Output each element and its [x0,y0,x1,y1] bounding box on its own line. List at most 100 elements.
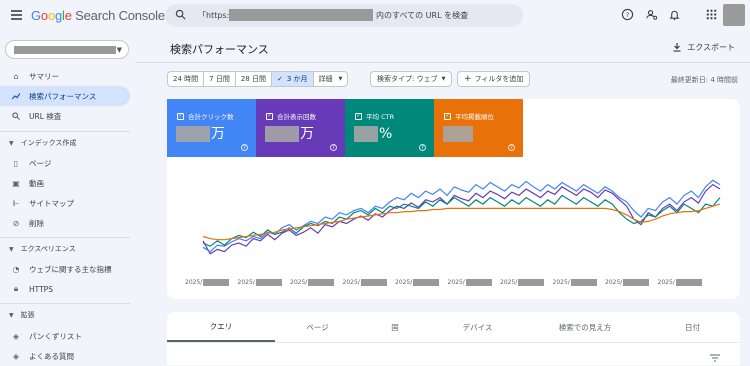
notifications-icon[interactable] [668,8,681,21]
help-icon[interactable]: ? [330,144,337,151]
help-icon[interactable]: ? [241,144,248,151]
metric-unit: 万 [300,126,314,142]
help-icon[interactable]: ? [419,144,426,151]
range-3m[interactable]: ✓ 3 か月 [270,71,313,87]
sidebar-item-performance[interactable]: 検索パフォーマンス [0,86,130,106]
plus-icon: + [464,74,472,84]
layers-icon: ◈ [12,331,20,341]
tab-queries[interactable]: クエリ [167,312,275,342]
search-icon [12,112,20,120]
tabs-divider [167,342,740,343]
tab-countries[interactable]: 国 [360,312,430,342]
help-icon[interactable]: ? [508,144,515,151]
redacted-date [360,279,387,286]
redacted-date [465,279,492,286]
search-type-label: 検索タイプ: ウェブ [377,75,438,83]
sidebar-item-label: パンくずリスト [29,331,82,341]
x-tick-prefix: 2025/ [552,279,570,286]
sidebar-item-faq[interactable]: ◈ よくある質問 [0,346,130,366]
sidebar: ▼ ⌂ サマリー 検索パフォーマンス URL 検査 ▼ インデックス作成 ▯ ペ… [0,32,135,365]
sidebar-item-pages[interactable]: ▯ ページ [0,153,130,173]
caret-down-icon: ▼ [9,245,14,253]
redacted-value [354,126,378,142]
menu-icon[interactable] [11,10,22,20]
x-tick-prefix: 2025/ [290,279,308,286]
section-label: エクスペリエンス [20,245,76,253]
tab-dates[interactable]: 日付 [645,312,740,342]
metric-card-impressions[interactable]: ✓ 合計表示回数 万 ? [256,99,345,157]
x-tick-prefix: 2025/ [447,279,465,286]
dimension-tabs-panel: クエリ ページ 国 デバイス 検索での見え方 日付 [167,312,740,365]
speed-icon: ◔ [12,264,20,274]
redacted-date [203,279,230,286]
x-tick-label: 2025/ [448,279,492,286]
export-label: エクスポート [687,43,735,52]
sidebar-item-video[interactable]: ▣ 動画 [0,173,130,193]
checkbox-icon: ✓ [355,112,362,120]
redacted-date [308,279,335,286]
app-logo[interactable]: Google Search Console [31,8,165,23]
page-title: 検索パフォーマンス [170,43,269,56]
x-tick-prefix: 2025/ [237,279,255,286]
export-button[interactable]: エクスポート [673,42,735,53]
section-experience[interactable]: ▼ エクスペリエンス [0,241,130,257]
section-enhancements[interactable]: ▼ 拡張 [0,307,130,323]
filter-rows-icon[interactable] [710,354,720,362]
sidebar-item-label: サマリー [29,71,59,81]
url-inspect-search[interactable]: 「https:// 内のすべての URL を検査 [165,4,523,27]
redacted-date [255,279,282,286]
sidebar-divider [0,237,130,238]
redacted-date [570,279,597,286]
sidebar-item-core-web-vitals[interactable]: ◔ ウェブに関する主な指標 [0,259,130,279]
date-range-selector: 24 時間 7 日間 28 日間 ✓ 3 か月 詳細 ▼ [167,71,349,87]
sidebar-item-breadcrumbs[interactable]: ◈ パンくずリスト [0,326,130,346]
x-tick-label: 2025/ [290,279,335,286]
x-tick-prefix: 2025/ [395,279,413,286]
apps-grid-icon[interactable] [705,8,718,21]
main-content: 検索パフォーマンス エクスポート 24 時間 7 日間 28 日間 ✓ 3 か月 … [135,32,750,365]
removal-icon: ⊘ [12,218,20,228]
sidebar-item-https[interactable]: 🔒︎ HTTPS [0,279,130,299]
account-avatar[interactable] [723,4,745,26]
redacted-value [176,126,210,142]
tab-search-appearance[interactable]: 検索での見え方 [525,312,645,342]
metric-card-ctr[interactable]: ✓ 平均 CTR % ? [345,99,434,157]
users-settings-icon[interactable] [645,8,658,21]
range-24h[interactable]: 24 時間 [167,71,204,87]
search-suffix: 内のすべての URL を検査 [376,11,469,20]
sidebar-item-label: サイトマップ [29,198,74,208]
checkbox-icon: ✓ [444,112,451,120]
redacted-value [265,126,299,142]
section-indexing[interactable]: ▼ インデックス作成 [0,135,130,151]
caret-down-icon: ▼ [338,76,343,82]
metric-card-position[interactable]: ✓ 平均掲載順位 ? [434,99,523,157]
sidebar-item-label: ページ [29,158,52,168]
sidebar-item-sitemaps[interactable]: ⊩ サイトマップ [0,193,130,213]
range-28d[interactable]: 28 日間 [234,71,271,87]
range-detail[interactable]: 詳細 ▼ [312,71,349,87]
tab-devices[interactable]: デバイス [430,312,525,342]
redacted-url [229,9,373,21]
sidebar-item-label: 検索パフォーマンス [29,91,97,101]
top-bar: Google Search Console 「https:// 内のすべての U… [0,0,750,32]
sidebar-item-url-inspection[interactable]: URL 検査 [0,106,130,126]
sitemap-icon: ⊩ [12,198,20,208]
checkbox-icon: ✓ [177,112,184,120]
metric-card-clicks[interactable]: ✓ 合計クリック数 万 ? [167,99,256,157]
redacted-date [675,279,702,286]
caret-down-icon: ▼ [441,76,446,82]
video-icon: ▣ [12,178,20,188]
x-tick-label: 2025/ [553,279,597,286]
range-7d[interactable]: 7 日間 [203,71,235,87]
help-icon[interactable]: ? [621,8,634,21]
property-selector[interactable]: ▼ [5,40,129,59]
x-tick-prefix: 2025/ [605,279,623,286]
sidebar-item-removals[interactable]: ⊘ 削除 [0,213,130,233]
chart-series-line [202,194,721,247]
tab-pages[interactable]: ページ [275,312,360,342]
sidebar-item-summary[interactable]: ⌂ サマリー [0,66,130,86]
add-filter-button[interactable]: + フィルタを追加 [457,71,531,87]
search-type-filter[interactable]: 検索タイプ: ウェブ ▼ [370,71,453,87]
chevron-down-icon: ▼ [116,46,122,54]
x-tick-label: 2025/ [395,279,440,286]
